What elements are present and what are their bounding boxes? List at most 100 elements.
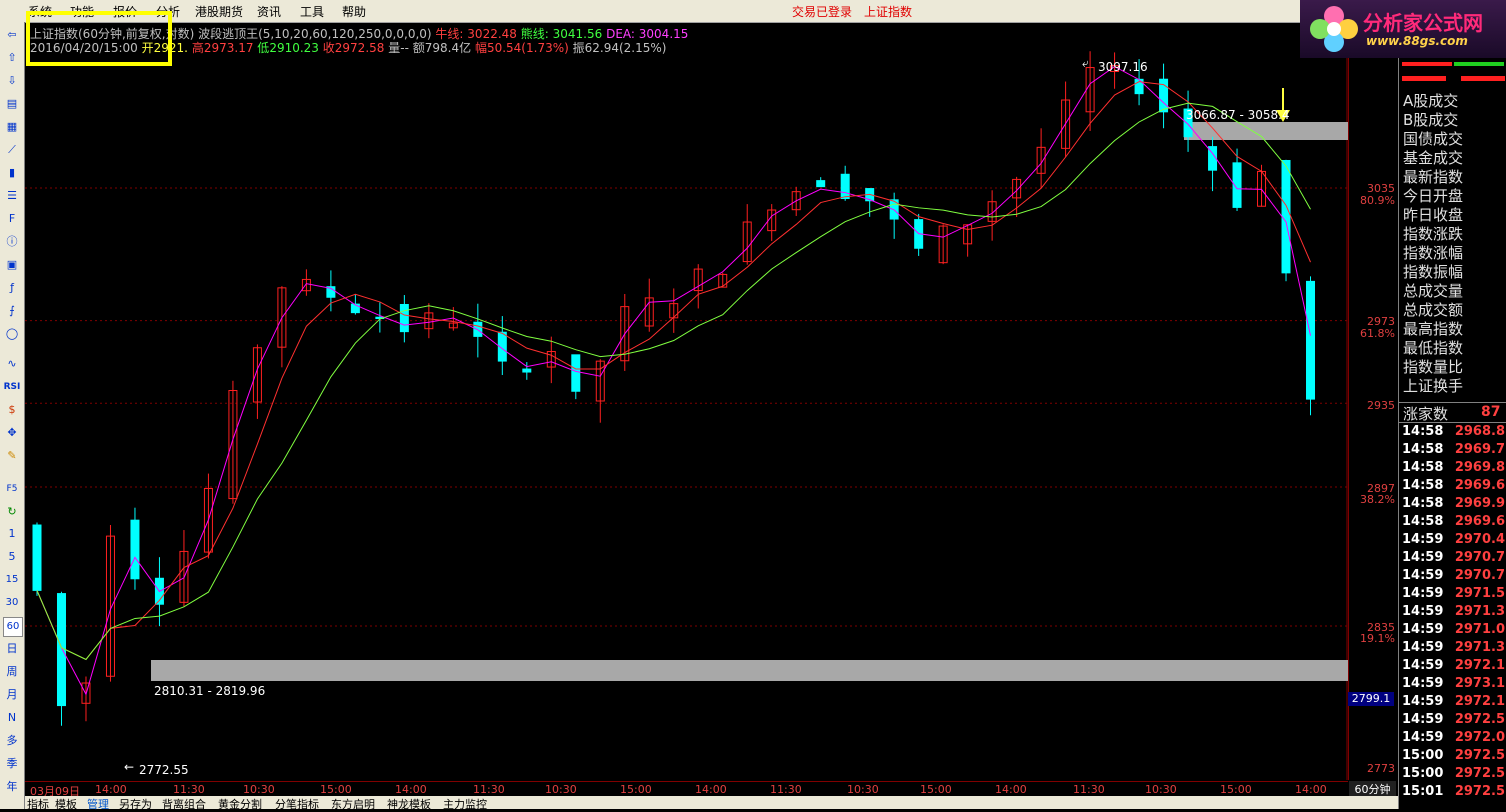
- support-zone: [151, 660, 1348, 681]
- current-price-marker: 2799.1: [1348, 692, 1394, 706]
- time-label: 15:00: [620, 783, 652, 796]
- table-icon[interactable]: ▦: [3, 118, 21, 136]
- period-5[interactable]: 5: [3, 548, 21, 566]
- period-month[interactable]: 月: [3, 686, 21, 704]
- report-icon[interactable]: ▤: [3, 95, 21, 113]
- pencil-icon[interactable]: ✎: [3, 447, 21, 465]
- period-15[interactable]: 15: [3, 571, 21, 589]
- dollar-icon[interactable]: $: [3, 401, 21, 419]
- tick-row: 15:01 2972.5: [1399, 784, 1506, 802]
- axis-price: 2773: [1367, 762, 1395, 775]
- formula-icon[interactable]: ƒ: [3, 279, 21, 297]
- list-icon[interactable]: ☰: [3, 187, 21, 205]
- quote-field-label: B股成交: [1403, 111, 1459, 129]
- quote-field-label: 最新指数: [1403, 168, 1464, 186]
- ma-long-line: [36, 102, 1311, 661]
- time-label: 15:00: [1220, 783, 1252, 796]
- period-quarter[interactable]: 季: [3, 755, 21, 773]
- tick-value: 2972.5: [1454, 766, 1505, 781]
- period-30[interactable]: 30: [3, 594, 21, 612]
- time-label: 14:00: [1295, 783, 1327, 796]
- tick-value: 2972.0: [1454, 730, 1505, 745]
- tab-indicator[interactable]: 指标: [27, 796, 49, 812]
- candle-chart-icon[interactable]: ▮: [3, 164, 21, 182]
- info-icon[interactable]: ⓘ: [3, 233, 21, 251]
- time-label: 10:30: [1145, 783, 1177, 796]
- tick-value: 2969.6: [1454, 514, 1505, 529]
- tick-time: 14:59: [1402, 730, 1444, 745]
- rise-count-value: 87: [1481, 404, 1501, 420]
- tab-divergence[interactable]: 背离组合: [162, 796, 206, 812]
- tick-row: 14:59 2972.5: [1399, 712, 1506, 730]
- left-toolbar: ⇦ ⇧ ⇩ ▤ ▦ ⟋ ▮ ☰ F ⓘ ▣ ƒ ⨍ ◯ ∿ RSI $ ✥ ✎ …: [0, 22, 25, 809]
- tab-manage[interactable]: 管理: [87, 796, 109, 812]
- back-icon[interactable]: ⇦: [3, 26, 21, 44]
- tick-value: 2971.5: [1454, 586, 1505, 601]
- tick-row: 14:58 2969.8: [1399, 460, 1506, 478]
- rsi-icon[interactable]: RSI: [3, 378, 21, 396]
- period-n[interactable]: N: [3, 709, 21, 727]
- candle-body: [399, 303, 409, 333]
- login-status: 交易已登录: [792, 5, 853, 19]
- tick-row: 14:59 2972.1: [1399, 658, 1506, 676]
- tick-time: 15:00: [1402, 748, 1444, 763]
- menu-news[interactable]: 资讯: [257, 3, 281, 20]
- menu-hk-futures[interactable]: 港股期货: [195, 3, 243, 20]
- menu-tools[interactable]: 工具: [300, 3, 324, 20]
- time-label: 14:00: [695, 783, 727, 796]
- bar-red-indicator: [1402, 76, 1446, 81]
- tab-tick-indicator[interactable]: 分笔指标: [275, 796, 319, 812]
- tick-row: 14:58 2969.6: [1399, 514, 1506, 532]
- down-arrow-icon[interactable]: ⇩: [3, 72, 21, 90]
- tick-row: 14:59 2973.1: [1399, 676, 1506, 694]
- peak-label: 3097.16: [1098, 60, 1148, 74]
- rise-count-label: 涨家数: [1403, 405, 1449, 423]
- tab-golden-section[interactable]: 黄金分割: [218, 796, 262, 812]
- tab-save-as[interactable]: 另存为: [119, 796, 152, 812]
- f5-icon[interactable]: F5: [3, 480, 21, 498]
- function-icon[interactable]: ⨍: [3, 302, 21, 320]
- menu-help[interactable]: 帮助: [342, 3, 366, 20]
- time-label: 11:30: [473, 783, 505, 796]
- tab-dongfang[interactable]: 东方启明: [331, 796, 375, 812]
- quote-field-label: 今日开盘: [1403, 187, 1464, 205]
- tick-value: 2970.4: [1454, 532, 1505, 547]
- logo-url: www.88gs.com: [1366, 34, 1468, 48]
- time-label: 15:00: [320, 783, 352, 796]
- period-60[interactable]: 60: [3, 617, 23, 637]
- candlestick-chart[interactable]: [25, 22, 1348, 780]
- f10-icon[interactable]: F: [3, 210, 21, 228]
- tick-time: 14:58: [1402, 442, 1444, 457]
- calendar-icon[interactable]: ▣: [3, 256, 21, 274]
- period-1[interactable]: 1: [3, 525, 21, 543]
- tab-shenlong[interactable]: 神龙模板: [387, 796, 431, 812]
- period-multi[interactable]: 多: [3, 732, 21, 750]
- candle-body: [571, 354, 581, 392]
- tick-row: 14:59 2972.0: [1399, 730, 1506, 748]
- period-day[interactable]: 日: [3, 640, 21, 658]
- tick-value: 2973.1: [1454, 676, 1505, 691]
- up-arrow-icon[interactable]: ⇧: [3, 49, 21, 67]
- tick-time: 14:59: [1402, 622, 1444, 637]
- move-icon[interactable]: ✥: [3, 424, 21, 442]
- time-label: 10:30: [545, 783, 577, 796]
- quote-field-label: 总成交量: [1403, 282, 1464, 300]
- tick-time: 14:59: [1402, 676, 1444, 691]
- tick-row: 15:00 2972.5: [1399, 766, 1506, 784]
- line-chart-icon[interactable]: ⟋: [3, 141, 21, 159]
- right-info-panel: A股成交 B股成交 国债成交 基金成交 最新指数 今日开盘 昨日收盘 指数涨跌 指数涨幅 指数振幅…: [1398, 58, 1506, 809]
- candlesticks: [32, 51, 1316, 726]
- moving-averages: [36, 65, 1311, 696]
- wave-icon[interactable]: ∿: [3, 355, 21, 373]
- period-selector[interactable]: 60分钟: [1349, 781, 1396, 796]
- tab-main-monitor[interactable]: 主力监控: [443, 796, 487, 812]
- refresh-icon[interactable]: ↻: [3, 503, 21, 521]
- axis-price: 2935: [1367, 399, 1395, 412]
- tab-template[interactable]: 模板: [55, 796, 77, 812]
- circle-icon[interactable]: ◯: [3, 325, 21, 343]
- resistance-zone: [1184, 122, 1348, 140]
- period-year[interactable]: 年: [3, 778, 21, 796]
- period-week[interactable]: 周: [3, 663, 21, 681]
- tick-value: 2972.1: [1454, 694, 1505, 709]
- tick-value: 2968.8: [1454, 424, 1505, 439]
